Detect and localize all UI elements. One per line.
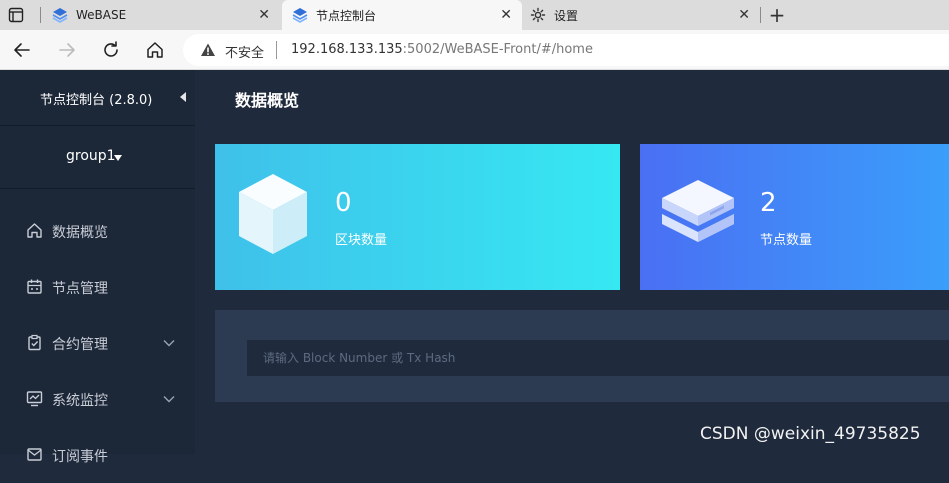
- sidebar-item-label: 订阅事件: [52, 449, 108, 465]
- server-stack-icon: [662, 180, 734, 242]
- page-title: 数据概览: [235, 91, 300, 110]
- watermark: CSDN @weixin_49735825: [700, 424, 921, 444]
- clipboard-icon: [28, 334, 41, 351]
- sidebar-header: 节点控制台 (2.8.0): [0, 70, 195, 126]
- tab-close-icon[interactable]: ✕: [258, 7, 270, 23]
- security-status-label[interactable]: 不安全: [225, 42, 264, 61]
- monitor-chart-icon: [26, 391, 43, 407]
- sidebar-item-label: 数据概览: [52, 225, 108, 241]
- address-bar[interactable]: 不安全 192.168.133.135:5002/WeBASE-Front/#/…: [183, 34, 949, 66]
- app-title: 节点控制台 (2.8.0): [40, 93, 153, 108]
- warning-triangle-icon[interactable]: [200, 42, 216, 58]
- home-icon: [27, 223, 42, 238]
- sidebar-item-label: 合约管理: [52, 337, 108, 353]
- back-arrow-icon[interactable]: [12, 40, 32, 60]
- webase-logo-icon: [52, 8, 68, 23]
- block-count-value: 0: [335, 188, 352, 218]
- search-input[interactable]: [247, 340, 949, 376]
- tab-title: 节点控制台: [316, 8, 377, 23]
- tab-settings[interactable]: 设置 ✕: [524, 0, 760, 30]
- tab-separator: [760, 7, 761, 23]
- reload-icon[interactable]: [101, 40, 121, 60]
- calendar-icon: [27, 279, 42, 294]
- tab-close-icon[interactable]: ✕: [738, 7, 750, 23]
- forward-arrow-icon[interactable]: [57, 40, 77, 60]
- node-count-label: 节点数量: [760, 233, 813, 248]
- home-button-icon[interactable]: [145, 40, 165, 60]
- collapse-sidebar-icon[interactable]: [178, 91, 188, 103]
- new-tab-button[interactable]: +: [766, 4, 788, 26]
- search-panel: [215, 310, 949, 402]
- sidebar-item-subscribe-events[interactable]: 订阅事件: [0, 427, 195, 483]
- sidebar-item-system-monitor[interactable]: 系统监控: [0, 371, 195, 427]
- chevron-down-icon: [163, 340, 175, 347]
- tab-title: 设置: [554, 8, 579, 23]
- sidebar-item-contract-management[interactable]: 合约管理: [0, 315, 195, 371]
- block-count-label: 区块数量: [335, 233, 388, 248]
- subscribe-icon: [27, 448, 42, 461]
- tab-separator: [40, 7, 41, 23]
- url-host: 192.168.133.135: [291, 42, 403, 57]
- sidebar-item-overview[interactable]: 数据概览: [0, 203, 195, 259]
- group-selector-label: group1: [66, 148, 116, 164]
- url-path: :5002/WeBASE-Front/#/home: [402, 42, 593, 57]
- url-text[interactable]: 192.168.133.135:5002/WeBASE-Front/#/home: [291, 42, 593, 57]
- chevron-down-icon: [163, 396, 175, 403]
- sidebar-item-label: 节点管理: [52, 281, 108, 297]
- address-separator: [276, 41, 277, 59]
- block-count-card: 0 区块数量: [215, 144, 620, 290]
- caret-down-icon: [114, 155, 122, 161]
- webase-logo-icon: [292, 8, 308, 23]
- sidebar: 节点控制台 (2.8.0) group1 数据概览 节点管理 合约管理 系统监控…: [0, 70, 195, 465]
- group-selector[interactable]: group1: [0, 126, 195, 189]
- sidebar-item-label: 系统监控: [52, 393, 108, 409]
- tab-title: WeBASE: [76, 8, 127, 22]
- browser-toolbar: 不安全 192.168.133.135:5002/WeBASE-Front/#/…: [0, 30, 949, 70]
- main-content: 数据概览 0 区块数量 2 节点数量: [195, 70, 949, 454]
- sidebar-item-node-management[interactable]: 节点管理: [0, 259, 195, 315]
- window-layout-icon[interactable]: [8, 7, 24, 23]
- browser-tab-bar: WeBASE ✕ 节点控制台 ✕ 设置 ✕ +: [0, 0, 949, 30]
- tab-webase[interactable]: WeBASE ✕: [48, 0, 280, 30]
- sidebar-menu: 数据概览 节点管理 合约管理 系统监控 订阅事件: [0, 203, 195, 483]
- gear-icon: [530, 7, 546, 23]
- tab-node-console[interactable]: 节点控制台 ✕: [282, 0, 522, 30]
- node-count-card: 2 节点数量: [640, 144, 949, 290]
- node-count-value: 2: [760, 188, 777, 218]
- cube-icon: [239, 174, 307, 254]
- tab-close-icon[interactable]: ✕: [500, 7, 512, 23]
